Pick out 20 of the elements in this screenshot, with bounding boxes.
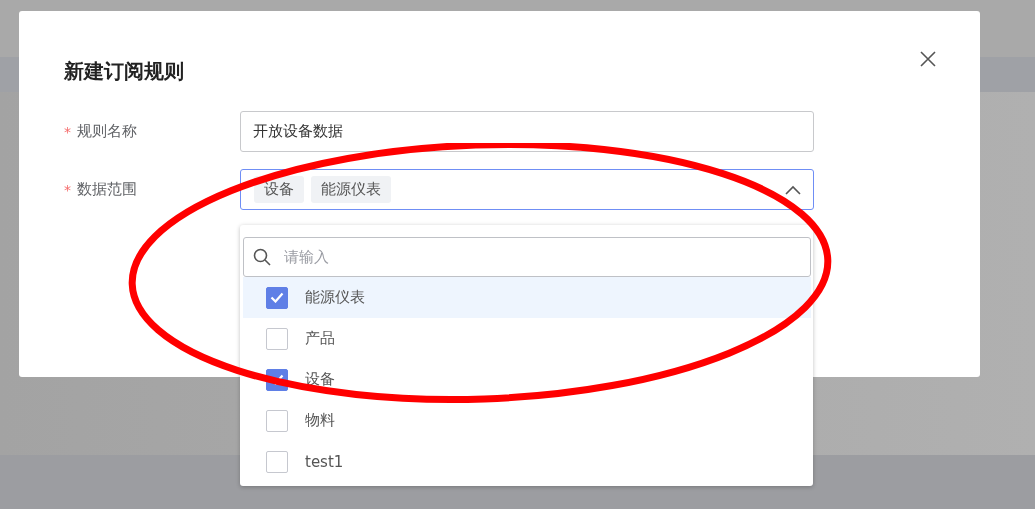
dialog-title: 新建订阅规则 bbox=[64, 58, 184, 85]
selected-tag: 能源仪表 bbox=[311, 176, 391, 203]
option-item[interactable]: 物料 bbox=[243, 400, 811, 441]
field-label: 规则名称 bbox=[77, 122, 137, 141]
search-icon bbox=[253, 248, 271, 266]
multi-select-field[interactable]: 设备 能源仪表 bbox=[240, 169, 814, 210]
checkbox[interactable] bbox=[266, 409, 288, 432]
chevron-icon bbox=[785, 184, 801, 195]
field-label: 数据范围 bbox=[77, 180, 137, 199]
text-field[interactable]: 开放设备数据 bbox=[240, 111, 814, 152]
option-item[interactable]: test1 bbox=[243, 441, 811, 482]
search-field[interactable]: 请输入 bbox=[243, 237, 811, 277]
option-item[interactable]: 产品 bbox=[243, 318, 811, 359]
required-mark: * bbox=[64, 181, 71, 198]
checkbox[interactable] bbox=[266, 327, 288, 350]
checkbox[interactable] bbox=[266, 450, 288, 473]
option-item[interactable]: 能源仪表 bbox=[243, 277, 811, 318]
required-mark: * bbox=[64, 123, 71, 140]
checkbox[interactable] bbox=[266, 286, 288, 309]
check-icon bbox=[270, 292, 284, 303]
